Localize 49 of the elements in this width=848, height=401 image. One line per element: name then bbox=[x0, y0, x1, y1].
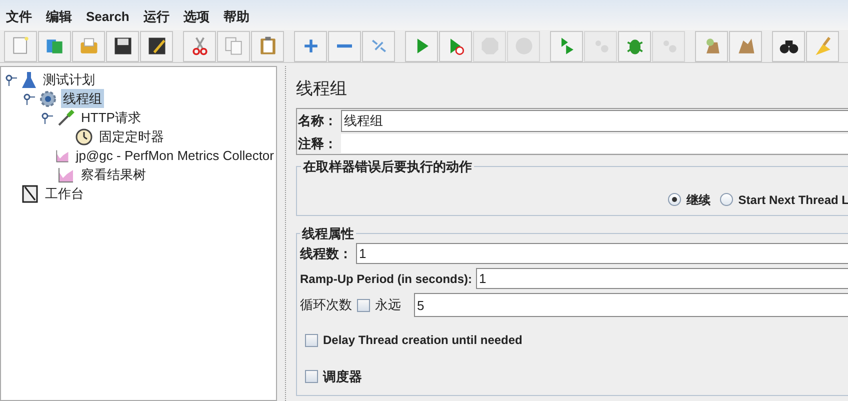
loop-count-field[interactable]: 5 bbox=[414, 293, 848, 317]
minus-icon bbox=[337, 44, 352, 48]
clock-icon bbox=[75, 128, 93, 146]
menu-item[interactable]: 运行 bbox=[143, 6, 170, 26]
field-label: 名称： bbox=[298, 112, 337, 130]
tree-item[interactable]: 测试计划 bbox=[41, 70, 97, 90]
field-label: 注释： bbox=[298, 134, 337, 152]
menu-item[interactable]: Search bbox=[86, 6, 130, 26]
menu-item[interactable]: 选项 bbox=[183, 6, 210, 26]
radio-button[interactable] bbox=[720, 193, 734, 206]
toolbar-button[interactable] bbox=[106, 30, 139, 62]
flask-icon bbox=[21, 70, 37, 88]
copy-icon bbox=[222, 35, 244, 57]
expand-handle-icon[interactable] bbox=[23, 92, 35, 104]
field-label: Ramp-Up Period (in seconds): bbox=[300, 270, 472, 288]
comment-field[interactable] bbox=[341, 134, 848, 153]
tree-item[interactable]: 工作台 bbox=[43, 184, 86, 204]
toolbar-button[interactable] bbox=[772, 30, 805, 62]
checkbox-label: 永远 bbox=[375, 296, 401, 314]
tree-item[interactable]: 线程组 bbox=[61, 88, 104, 108]
tree-item[interactable]: HTTP请求 bbox=[79, 108, 143, 128]
tree-item[interactable]: 固定定时器 bbox=[97, 126, 166, 146]
expand-handle-icon[interactable] bbox=[41, 112, 53, 124]
checkbox[interactable] bbox=[305, 370, 318, 384]
gear-icon bbox=[39, 90, 57, 108]
menu-item[interactable]: 编辑 bbox=[46, 6, 72, 26]
notebook-icon bbox=[21, 184, 39, 202]
tree-item[interactable]: 察看结果树 bbox=[79, 164, 148, 184]
field-label: 循环次数 bbox=[300, 296, 352, 314]
ramp-up-field[interactable]: 1 bbox=[476, 268, 848, 289]
panel-title: 线程组 bbox=[296, 78, 348, 100]
name-field[interactable]: 线程组 bbox=[341, 110, 848, 132]
group-title: 在取样器错误后要执行的动作 bbox=[302, 158, 473, 176]
chart-icon bbox=[57, 166, 75, 184]
toolbar-button[interactable] bbox=[140, 30, 173, 62]
tree-item[interactable]: jp@gc - PerfMon Metrics Collector bbox=[74, 146, 276, 166]
menu-item[interactable]: 帮助 bbox=[223, 6, 250, 26]
expand-handle-icon[interactable] bbox=[5, 74, 17, 86]
threads-field[interactable]: 1 bbox=[356, 243, 848, 264]
radio-label: 继续 bbox=[686, 192, 710, 208]
checkbox[interactable] bbox=[357, 298, 370, 312]
checkbox[interactable] bbox=[305, 334, 318, 346]
group-title: 线程属性 bbox=[300, 224, 355, 242]
radio-button[interactable] bbox=[668, 193, 682, 206]
menu-item[interactable]: 文件 bbox=[6, 6, 32, 26]
field-label: 线程数： bbox=[300, 244, 352, 263]
checkbox-label: Delay Thread creation until needed bbox=[323, 332, 522, 349]
pipette-icon bbox=[57, 108, 75, 126]
checkbox-label: 调度器 bbox=[323, 368, 362, 386]
